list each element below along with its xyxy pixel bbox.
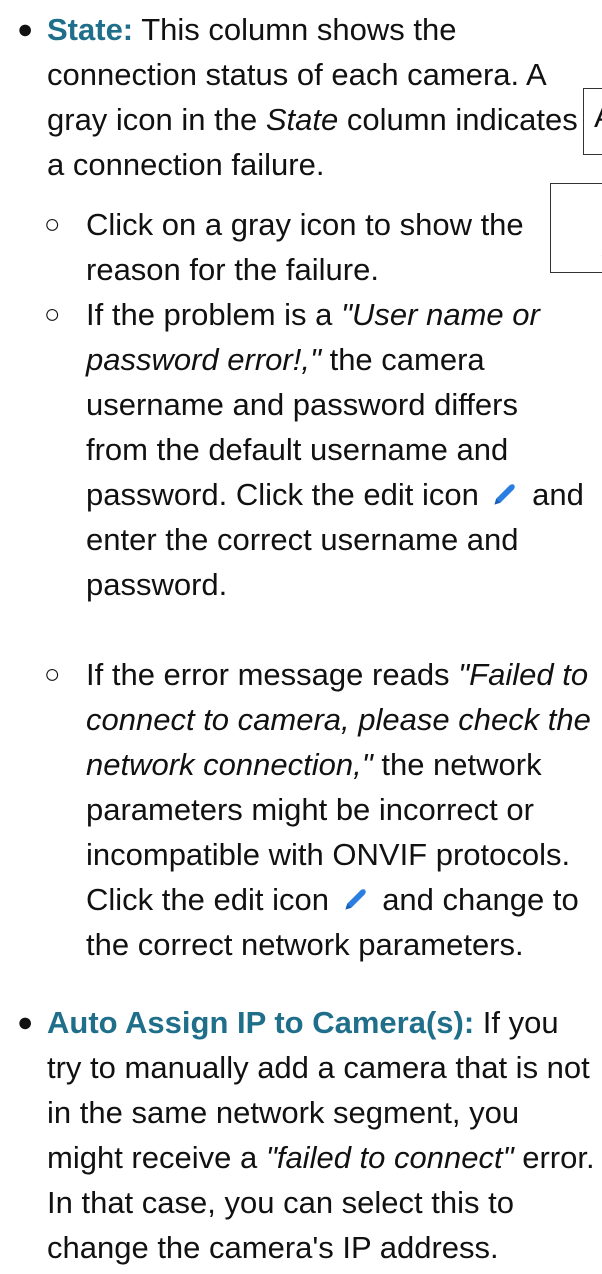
term-state: State:: [47, 12, 134, 47]
bullet-dot: ●: [17, 14, 34, 44]
margin-annotation-2-text: A s: [569, 228, 602, 272]
list-item-auto-assign-ip: ● Auto Assign IP to Camera(s): If you tr…: [17, 1000, 597, 1270]
state-em: State: [265, 102, 339, 137]
bullet-circle: ○: [44, 659, 61, 689]
subitem-1-text: Click on a gray icon to show the reason …: [86, 207, 524, 287]
list-item-state: ● State: This column shows the connectio…: [17, 7, 597, 187]
bullet-circle: ○: [44, 209, 61, 239]
pencil-icon: [494, 484, 516, 505]
bullet-circle: ○: [44, 299, 61, 329]
term-auto-assign-ip: Auto Assign IP to Camera(s):: [47, 1005, 475, 1040]
pencil-icon: [345, 889, 366, 910]
bullet-dot: ●: [17, 1007, 34, 1037]
subitem-network-error: ○ If the error message reads "Failed to …: [44, 652, 596, 967]
subitem-2-pre: If the problem is a: [86, 297, 342, 332]
subitem-gray-icon: ○ Click on a gray icon to show the reaso…: [44, 202, 531, 292]
subitem-username-error: ○ If the problem is a "User name or pass…: [44, 292, 586, 607]
margin-annotation-2: A s: [550, 183, 602, 273]
subitem-3-pre: If the error message reads: [86, 657, 459, 692]
document-page: A A s ● State: This column shows the con…: [0, 0, 602, 1274]
auto-assign-em: "failed to connect": [265, 1140, 514, 1175]
